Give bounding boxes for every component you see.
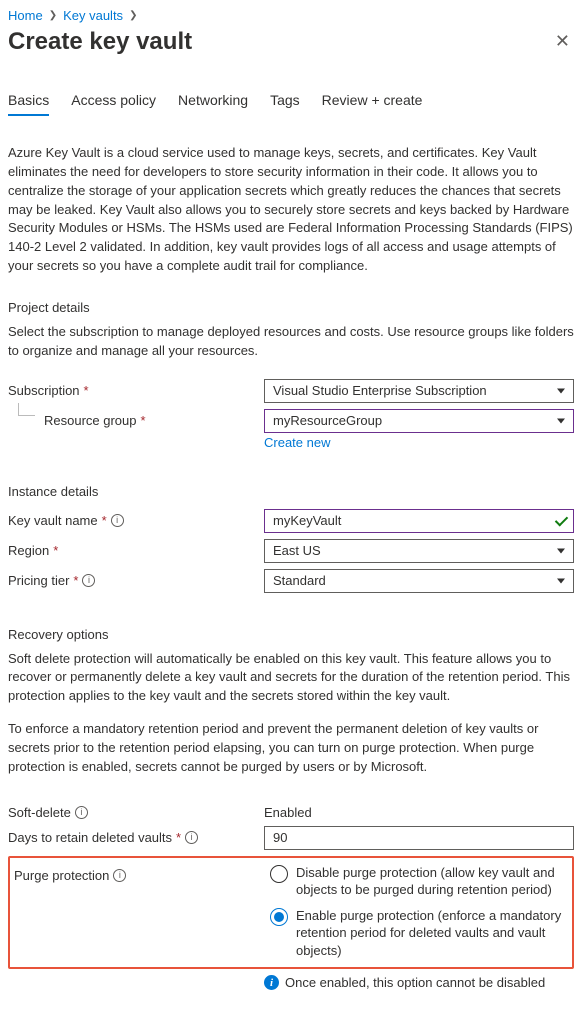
chevron-right-icon: ❯ [129,10,137,21]
tab-networking[interactable]: Networking [178,92,248,116]
soft-delete-value: Enabled [264,801,574,820]
close-icon[interactable]: ✕ [551,27,574,56]
tab-tags[interactable]: Tags [270,92,300,116]
recovery-p2: To enforce a mandatory retention period … [8,720,574,777]
keyvault-name-label: Key vault name* i [8,509,264,528]
chevron-right-icon: ❯ [49,10,57,21]
page-title: Create key vault [8,28,192,56]
breadcrumb: Home ❯ Key vaults ❯ [8,8,574,23]
info-badge-icon: i [264,975,279,990]
purge-protection-label: Purge protection i [14,864,270,883]
subscription-select[interactable]: Visual Studio Enterprise Subscription [264,379,574,403]
retention-days-label: Days to retain deleted vaults* i [8,826,264,845]
pricing-tier-label: Pricing tier* i [8,569,264,588]
tab-review-create[interactable]: Review + create [322,92,423,116]
instance-details-heading: Instance details [8,484,574,499]
region-select[interactable]: East US [264,539,574,563]
breadcrumb-home[interactable]: Home [8,8,43,23]
radio-icon [270,865,288,883]
tab-basics[interactable]: Basics [8,92,49,116]
info-icon[interactable]: i [113,869,126,882]
resource-group-select[interactable]: myResourceGroup [264,409,574,433]
recovery-p1: Soft delete protection will automaticall… [8,650,574,707]
tab-access-policy[interactable]: Access policy [71,92,156,116]
resource-group-label: Resource group* [8,409,264,428]
project-details-desc: Select the subscription to manage deploy… [8,323,574,361]
info-icon[interactable]: i [185,831,198,844]
pricing-tier-select[interactable]: Standard [264,569,574,593]
radio-icon [270,908,288,926]
keyvault-name-input[interactable]: myKeyVault [264,509,574,533]
purge-disable-radio[interactable]: Disable purge protection (allow key vaul… [270,864,568,899]
subscription-label: Subscription* [8,379,264,398]
soft-delete-label: Soft-delete i [8,801,264,820]
recovery-options-heading: Recovery options [8,627,574,642]
create-new-link[interactable]: Create new [264,435,330,450]
info-icon[interactable]: i [82,574,95,587]
purge-enable-radio[interactable]: Enable purge protection (enforce a manda… [270,907,568,960]
region-label: Region* [8,539,264,558]
breadcrumb-keyvaults[interactable]: Key vaults [63,8,123,23]
project-details-heading: Project details [8,300,574,315]
tabs: Basics Access policy Networking Tags Rev… [8,92,574,116]
purge-protection-highlight: Purge protection i Disable purge protect… [8,856,574,970]
info-icon[interactable]: i [111,514,124,527]
intro-text: Azure Key Vault is a cloud service used … [8,144,574,276]
info-icon[interactable]: i [75,806,88,819]
retention-days-input[interactable]: 90 [264,826,574,850]
purge-note: i Once enabled, this option cannot be di… [8,975,574,990]
